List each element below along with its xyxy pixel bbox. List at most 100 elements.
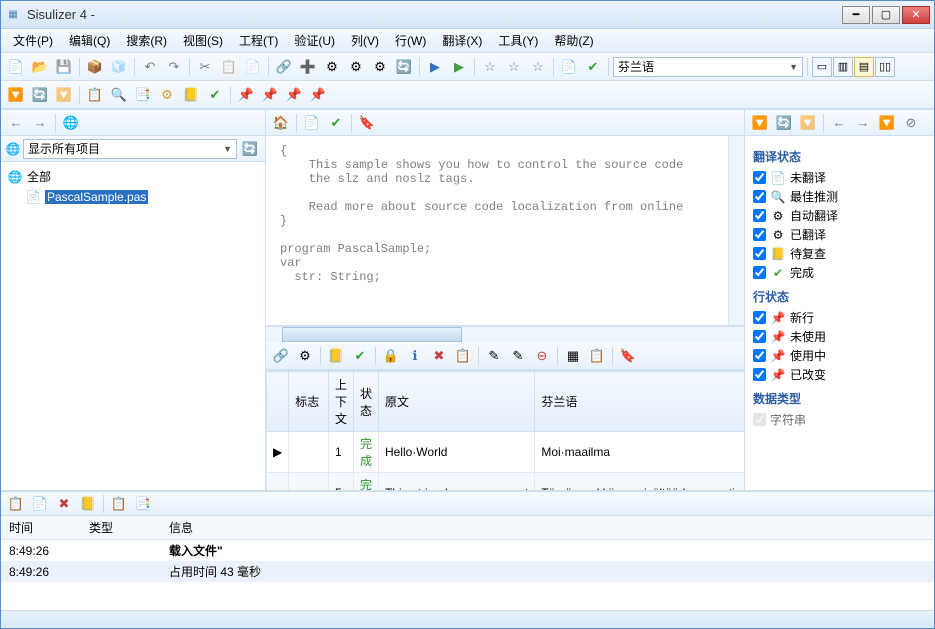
sheet3-icon[interactable]: 📑 bbox=[132, 84, 154, 106]
col-source[interactable]: 原文 bbox=[378, 372, 534, 432]
cube-icon[interactable]: 🧊 bbox=[108, 56, 130, 78]
chk-autotrans[interactable]: ⚙自动翻译 bbox=[753, 206, 926, 225]
pin-y-icon[interactable]: 📌 bbox=[235, 84, 257, 106]
open-icon[interactable]: 📂 bbox=[29, 56, 51, 78]
chk-unused[interactable]: 📌未使用 bbox=[753, 327, 926, 346]
bookmark2-icon[interactable]: 🔖 bbox=[617, 345, 639, 367]
doc-check-icon[interactable]: ✔ bbox=[325, 112, 347, 134]
tree-root[interactable]: 🌐 全部 bbox=[7, 166, 259, 187]
info-icon[interactable]: ℹ bbox=[404, 345, 426, 367]
funnel-off-icon[interactable]: ⊘ bbox=[900, 112, 922, 134]
refresh-tree-icon[interactable]: 🔄 bbox=[239, 138, 261, 160]
layout3-icon[interactable]: ▤ bbox=[854, 57, 874, 77]
checkbox[interactable] bbox=[753, 330, 766, 343]
checkbox[interactable] bbox=[753, 368, 766, 381]
doc3-icon[interactable]: 📄 bbox=[29, 493, 51, 515]
copy3-icon[interactable]: 📋 bbox=[108, 493, 130, 515]
language-combo[interactable]: 芬兰语 ▼ bbox=[613, 57, 803, 77]
table-row[interactable]: ▶ 1 完成 Hello·World Moi·maailma bbox=[267, 432, 745, 473]
menu-tools[interactable]: 工具(Y) bbox=[490, 29, 546, 52]
sheet4-icon[interactable]: 📋 bbox=[452, 345, 474, 367]
checkbox[interactable] bbox=[753, 247, 766, 260]
chk-review[interactable]: 📒待复查 bbox=[753, 244, 926, 263]
cell-status[interactable]: 完成 bbox=[353, 432, 378, 473]
project-tree[interactable]: 🌐 全部 📄 PascalSample.pas bbox=[1, 162, 265, 490]
chk-untranslated[interactable]: 📄未翻译 bbox=[753, 168, 926, 187]
layout2-icon[interactable]: ▥ bbox=[833, 57, 853, 77]
menu-project[interactable]: 工程(T) bbox=[231, 29, 286, 52]
star-icon[interactable]: ☆ bbox=[479, 56, 501, 78]
source-code[interactable]: { This sample shows you how to control t… bbox=[266, 136, 728, 325]
delete-icon[interactable]: ✖ bbox=[428, 345, 450, 367]
play-green-icon[interactable]: ▶ bbox=[448, 56, 470, 78]
chk-string[interactable]: 字符串 bbox=[753, 410, 926, 429]
box-icon[interactable]: 📦 bbox=[84, 56, 106, 78]
cell-ctx[interactable]: 5 bbox=[328, 473, 353, 491]
doc2-icon[interactable]: 📄 bbox=[301, 112, 323, 134]
cell-mark[interactable] bbox=[289, 473, 329, 491]
gear-y-icon[interactable]: ⚙ bbox=[156, 84, 178, 106]
project-filter-combo[interactable]: 显示所有项目 ▼ bbox=[23, 139, 237, 159]
chk-changed[interactable]: 📌已改变 bbox=[753, 365, 926, 384]
log-col-info[interactable]: 信息 bbox=[161, 516, 934, 540]
doc-icon[interactable]: 📄 bbox=[558, 56, 580, 78]
chk-new[interactable]: 📌新行 bbox=[753, 308, 926, 327]
checkbox[interactable] bbox=[753, 228, 766, 241]
undo-icon[interactable]: ↶ bbox=[139, 56, 161, 78]
checkbox[interactable] bbox=[753, 190, 766, 203]
pin-b-icon[interactable]: 📌 bbox=[259, 84, 281, 106]
cell-src[interactable]: Hello·World bbox=[378, 432, 534, 473]
forward-icon[interactable]: → bbox=[29, 112, 51, 134]
gear-icon[interactable]: ⚙ bbox=[321, 56, 343, 78]
gear3-icon[interactable]: ⚙ bbox=[369, 56, 391, 78]
bookmark-icon[interactable]: 🔖 bbox=[356, 112, 378, 134]
play-blue-icon[interactable]: ▶ bbox=[424, 56, 446, 78]
log-table[interactable]: 时间 类型 信息 8:49:26 载入文件" 8:49:26 bbox=[1, 516, 934, 610]
note-icon[interactable]: 📒 bbox=[180, 84, 202, 106]
star-list-icon[interactable]: ☆ bbox=[527, 56, 549, 78]
maximize-button[interactable]: ▢ bbox=[872, 6, 900, 24]
code-scrollbar[interactable] bbox=[728, 136, 744, 325]
menu-search[interactable]: 搜索(R) bbox=[118, 29, 175, 52]
note3-icon[interactable]: 📒 bbox=[77, 493, 99, 515]
link2-icon[interactable]: 🔗 bbox=[270, 345, 292, 367]
menu-edit[interactable]: 编辑(Q) bbox=[61, 29, 118, 52]
log-col-type[interactable]: 类型 bbox=[81, 516, 161, 540]
cell-mark[interactable] bbox=[289, 432, 329, 473]
log-row[interactable]: 8:49:26 占用时间 43 毫秒 bbox=[1, 561, 934, 582]
checkbox[interactable] bbox=[753, 171, 766, 184]
checkbox[interactable] bbox=[753, 311, 766, 324]
log-col-time[interactable]: 时间 bbox=[1, 516, 81, 540]
back-icon[interactable]: ← bbox=[5, 112, 27, 134]
back2-icon[interactable]: ← bbox=[828, 112, 850, 134]
tree-icon[interactable]: 🌐 bbox=[60, 112, 82, 134]
export-icon[interactable]: 📑 bbox=[132, 493, 154, 515]
pin-g-icon[interactable]: 📌 bbox=[307, 84, 329, 106]
gear4-icon[interactable]: ⚙ bbox=[294, 345, 316, 367]
ok2-icon[interactable]: ✔ bbox=[349, 345, 371, 367]
cut-icon[interactable]: ✂ bbox=[194, 56, 216, 78]
menu-row[interactable]: 行(W) bbox=[387, 29, 434, 52]
minus-icon[interactable]: ⊖ bbox=[531, 345, 553, 367]
translation-grid[interactable]: 标志 上下文 状态 原文 芬兰语 ▶ 1 完成 bbox=[266, 370, 744, 490]
cell-tgt[interactable]: Tämä·merkkijono·sisältää·kommentin bbox=[535, 473, 744, 491]
menu-translate[interactable]: 翻译(X) bbox=[434, 29, 490, 52]
table-row[interactable]: 5 完成 This·string·has·a·comment Tämä·merk… bbox=[267, 473, 745, 491]
code-hscroll[interactable] bbox=[266, 326, 744, 342]
tree-file[interactable]: 📄 PascalSample.pas bbox=[25, 187, 259, 207]
note2-icon[interactable]: 📒 bbox=[325, 345, 347, 367]
layout4-icon[interactable]: ▯▯ bbox=[875, 57, 895, 77]
col-mark[interactable]: 标志 bbox=[289, 372, 329, 432]
grid-icon[interactable]: ▦ bbox=[562, 345, 584, 367]
star-add-icon[interactable]: ☆ bbox=[503, 56, 525, 78]
paste-icon[interactable]: 📄 bbox=[242, 56, 264, 78]
pin-r-icon[interactable]: 📌 bbox=[283, 84, 305, 106]
cell-src[interactable]: This·string·has·a·comment bbox=[378, 473, 534, 491]
menu-view[interactable]: 视图(S) bbox=[175, 29, 231, 52]
minimize-button[interactable]: ━ bbox=[842, 6, 870, 24]
scroll-thumb[interactable] bbox=[282, 327, 462, 342]
funnel5-icon[interactable]: 🔽 bbox=[876, 112, 898, 134]
copy2-icon[interactable]: 📋 bbox=[5, 493, 27, 515]
funnel4-icon[interactable]: 🔽 bbox=[797, 112, 819, 134]
menu-help[interactable]: 帮助(Z) bbox=[546, 29, 601, 52]
